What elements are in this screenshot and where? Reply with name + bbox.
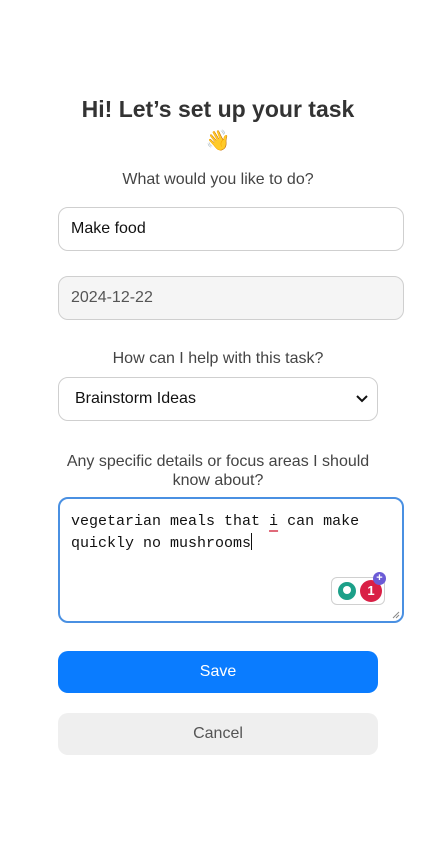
- save-button[interactable]: Save: [58, 651, 378, 693]
- task-input[interactable]: Make food: [58, 207, 404, 251]
- details-text-part: vegetarian meals that: [71, 513, 270, 530]
- grammar-assistant-widget[interactable]: 1 +: [331, 572, 386, 605]
- spelling-flagged-word[interactable]: i: [269, 513, 278, 530]
- details-textarea[interactable]: vegetarian meals that i can make quickly…: [58, 497, 404, 623]
- waving-hand-icon: 👋: [205, 130, 231, 152]
- grammar-assistant-icon[interactable]: [338, 582, 356, 600]
- task-prompt-label: What would you like to do?: [122, 171, 314, 188]
- text-caret: [251, 533, 253, 550]
- page-title: Hi! Let’s set up your task: [81, 96, 355, 122]
- cancel-button[interactable]: Cancel: [58, 713, 378, 755]
- chevron-down-icon: [355, 392, 369, 406]
- help-type-label: How can I help with this task?: [112, 350, 324, 367]
- date-input[interactable]: 2024-12-22: [58, 276, 404, 320]
- date-input-value: 2024-12-22: [71, 289, 153, 306]
- grammar-plus-icon[interactable]: +: [373, 572, 386, 585]
- task-input-value: Make food: [71, 220, 146, 237]
- resize-handle-icon[interactable]: [392, 611, 400, 619]
- help-type-select[interactable]: Brainstorm Ideas: [58, 377, 378, 421]
- details-label: Any specific details or focus areas I sh…: [66, 453, 370, 489]
- help-type-selected-value: Brainstorm Ideas: [75, 390, 196, 407]
